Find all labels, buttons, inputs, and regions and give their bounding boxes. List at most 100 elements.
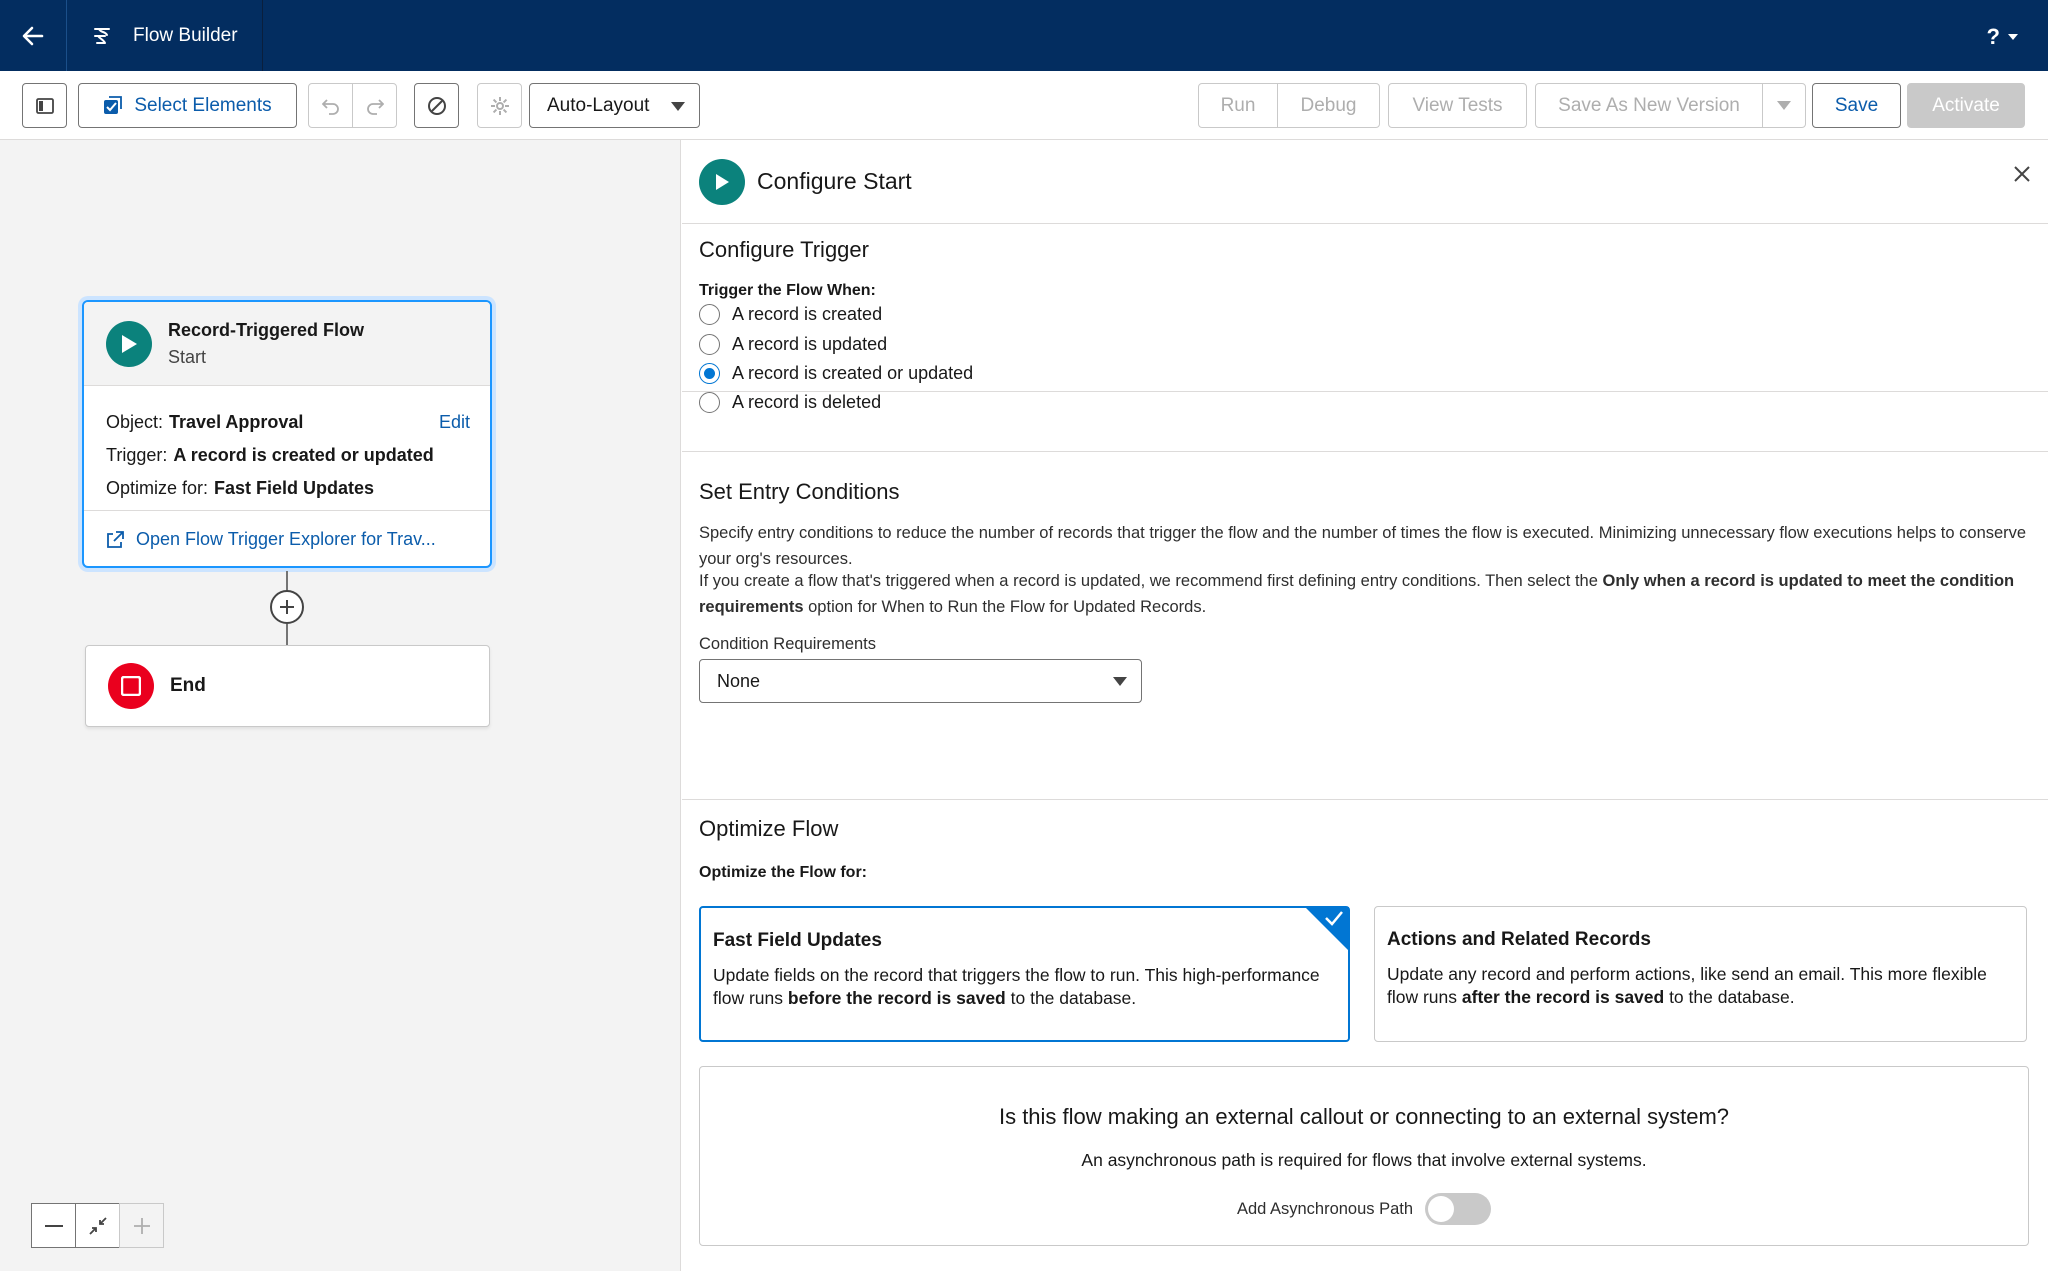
radio-label: A record is deleted: [732, 392, 882, 412]
radio-record-deleted[interactable]: A record is deleted: [699, 392, 881, 413]
tile-fast-field-updates[interactable]: Fast Field Updates Update fields on the …: [699, 906, 1350, 1042]
async-toggle-label: Add Asynchronous Path: [1236, 1199, 1414, 1218]
optimize-for-label: Optimize the Flow for:: [699, 864, 867, 881]
entry-conditions-description: Specify entry conditions to reduce the n…: [699, 524, 2027, 568]
text: If you create a flow that's triggered wh…: [699, 572, 1603, 590]
tile-actions-related-records[interactable]: Actions and Related Records Update any r…: [1374, 906, 2027, 1042]
activate-label: Activate: [1932, 94, 2000, 116]
section-title: Configure Trigger: [699, 237, 869, 262]
back-button[interactable]: [0, 0, 66, 71]
contract-icon: [88, 1216, 107, 1235]
minus-icon: [44, 1224, 63, 1227]
panel-header: Configure Start: [682, 140, 2048, 224]
stop-icon: [108, 663, 154, 709]
panel-title: Configure Start: [757, 168, 912, 194]
save-as-new-version-button[interactable]: Save As New Version: [1535, 83, 1763, 128]
caret-down-icon: [1113, 677, 1127, 686]
undo-button[interactable]: [308, 83, 353, 128]
object-row: Object: Travel Approval Edit: [106, 406, 470, 439]
plus-icon: [133, 1217, 150, 1234]
edit-object-link[interactable]: Edit: [439, 412, 470, 433]
layout-mode-select[interactable]: Auto-Layout: [529, 83, 700, 128]
app-header: Flow Builder ?: [0, 0, 2048, 71]
object-label: Object:: [106, 412, 164, 432]
configure-trigger-section: Configure Trigger Trigger the Flow When:…: [682, 224, 2048, 413]
condition-requirements-select[interactable]: None: [699, 659, 1142, 703]
fit-view-button[interactable]: [75, 1203, 120, 1248]
zoom-in-button[interactable]: [119, 1203, 164, 1248]
radio-button[interactable]: [699, 392, 720, 413]
async-question: Is this flow making an external callout …: [998, 1104, 1730, 1129]
radio-button[interactable]: [699, 363, 720, 384]
save-button[interactable]: Save: [1812, 83, 1901, 128]
close-icon[interactable]: [2014, 166, 2030, 182]
view-tests-button[interactable]: View Tests: [1388, 83, 1527, 128]
trigger-row: Trigger: A record is created or updated: [106, 439, 470, 472]
debug-button[interactable]: Debug: [1277, 83, 1380, 128]
app-title: Flow Builder: [67, 0, 263, 71]
async-toggle-row: Add Asynchronous Path: [700, 1193, 2028, 1225]
radio-label: A record is created or updated: [732, 363, 974, 383]
text-bold: before the record is saved: [787, 988, 1006, 1008]
async-path-box: Is this flow making an external callout …: [699, 1066, 2029, 1246]
radio-label: A record is created: [732, 304, 883, 324]
caret-down-icon: [671, 102, 685, 111]
optimize-value: Fast Field Updates: [214, 478, 375, 498]
radio-record-created[interactable]: A record is created: [699, 304, 882, 325]
tile-description: Update fields on the record that trigger…: [713, 964, 1336, 1010]
save-as-new-version-label: Save As New Version: [1558, 94, 1740, 116]
start-node-subtitle: Start: [168, 346, 207, 367]
text: to the database.: [1005, 988, 1137, 1008]
redo-button[interactable]: [352, 83, 397, 128]
plus-icon: [280, 600, 294, 614]
help-menu[interactable]: ?: [1987, 24, 2018, 50]
trigger-explorer-link[interactable]: Open Flow Trigger Explorer for Trav...: [84, 510, 490, 566]
settings-button[interactable]: [477, 83, 522, 128]
tile-description: Update any record and perform actions, l…: [1387, 963, 2014, 1009]
play-icon: [106, 320, 152, 367]
text: to the database.: [1664, 987, 1795, 1007]
text-bold: after the record is saved: [1461, 987, 1665, 1007]
end-node[interactable]: End: [85, 645, 490, 727]
play-icon: [699, 158, 745, 205]
section-title: Optimize Flow: [699, 816, 839, 841]
tile-title: Actions and Related Records: [1387, 929, 1651, 950]
async-path-toggle[interactable]: [1425, 1193, 1492, 1225]
zoom-out-button[interactable]: [31, 1203, 76, 1248]
configure-start-panel: Configure Start Configure Trigger Trigge…: [682, 140, 2048, 1271]
trigger-when-label: Trigger the Flow When:: [699, 282, 876, 299]
chevron-down-icon: [2008, 34, 2018, 40]
radio-label: A record is updated: [732, 334, 888, 354]
arrow-left-icon: [22, 26, 44, 45]
start-node-header: Record-Triggered Flow Start: [84, 302, 490, 386]
activate-button[interactable]: Activate: [1907, 83, 2025, 128]
condition-requirements-label: Condition Requirements: [699, 635, 877, 653]
flow-canvas[interactable]: Record-Triggered Flow Start Object: Trav…: [0, 140, 681, 1271]
section-title: Set Entry Conditions: [699, 479, 900, 504]
start-node-title: Record-Triggered Flow: [168, 319, 365, 340]
radio-button[interactable]: [699, 304, 720, 325]
zoom-controls: [31, 1203, 164, 1248]
add-element-button[interactable]: [270, 590, 304, 624]
select-elements-button[interactable]: Select Elements: [78, 83, 297, 128]
check-icon: [1325, 911, 1343, 926]
async-description: An asynchronous path is required for flo…: [1081, 1150, 1647, 1170]
connector-line: [286, 571, 288, 591]
view-tests-label: View Tests: [1412, 94, 1503, 116]
trigger-value: A record is created or updated: [173, 445, 434, 465]
run-button[interactable]: Run: [1198, 83, 1278, 128]
save-menu-button[interactable]: [1762, 83, 1806, 128]
errors-button[interactable]: [414, 83, 459, 128]
radio-record-updated[interactable]: A record is updated: [699, 334, 887, 355]
condition-requirements-value: None: [717, 670, 761, 691]
optimize-row: Optimize for: Fast Field Updates: [106, 472, 470, 505]
toolbar: Select Elements Auto-Layout Run Debug Vi…: [0, 71, 2048, 140]
start-node[interactable]: Record-Triggered Flow Start Object: Trav…: [82, 300, 492, 568]
trigger-explorer-label: Open Flow Trigger Explorer for Trav...: [136, 529, 436, 549]
radio-record-created-or-updated[interactable]: A record is created or updated: [699, 363, 973, 384]
flow-icon: [94, 27, 110, 44]
optimize-label: Optimize for:: [106, 478, 209, 498]
toggle-panel-button[interactable]: [22, 83, 67, 128]
radio-button[interactable]: [699, 334, 720, 355]
layout-mode-value: Auto-Layout: [547, 94, 650, 116]
